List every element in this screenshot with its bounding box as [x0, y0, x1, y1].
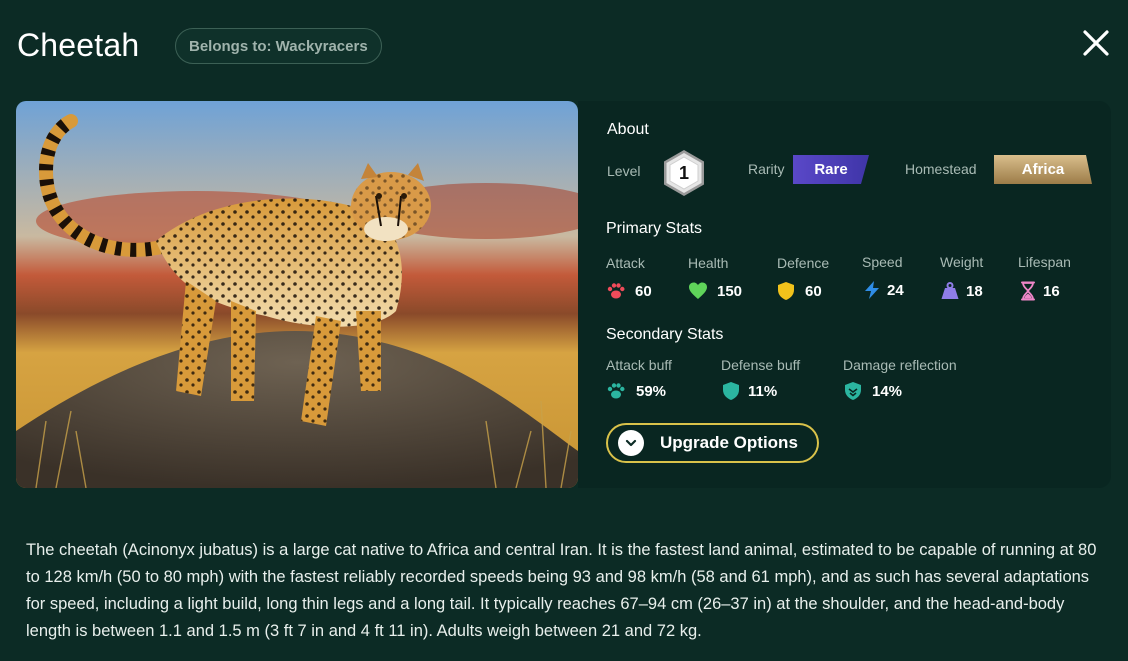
- stat-label-lifespan: Lifespan: [1018, 254, 1071, 270]
- level-label: Level: [607, 163, 641, 179]
- rarity-value: Rare: [814, 161, 848, 178]
- primary-stats-heading: Primary Stats: [606, 220, 703, 237]
- stat-value-defence: 60: [805, 283, 822, 300]
- rarity-label: Rarity: [748, 161, 785, 177]
- paw-icon: [607, 383, 625, 399]
- upgrade-options-label: Upgrade Options: [660, 433, 798, 452]
- homestead-tag: Africa: [994, 155, 1092, 184]
- hourglass-icon: [1021, 281, 1035, 301]
- stat-value-speed: 24: [887, 282, 904, 299]
- stat-label-defense-buff: Defense buff: [721, 357, 801, 373]
- lightning-icon: [865, 281, 879, 299]
- stat-label-speed: Speed: [862, 254, 903, 270]
- stat-label-attack: Attack: [606, 255, 645, 271]
- upgrade-options-button[interactable]: Upgrade Options: [606, 423, 819, 463]
- stat-value-attack-buff: 59%: [636, 383, 667, 400]
- stat-label-health: Health: [688, 255, 729, 271]
- stat-label-defence: Defence: [777, 255, 830, 271]
- about-heading: About: [607, 121, 649, 138]
- paw-icon: [607, 283, 625, 299]
- shield-icon: [778, 282, 794, 300]
- level-value: 1: [678, 162, 689, 183]
- owner-badge: Belongs to: Wackyracers: [175, 28, 382, 64]
- stat-label-weight: Weight: [940, 254, 984, 270]
- close-button[interactable]: [1080, 27, 1112, 59]
- shield-icon: [723, 382, 739, 400]
- close-icon: [1083, 30, 1109, 56]
- stat-label-damage-reflection: Damage reflection: [843, 357, 957, 373]
- stat-value-health: 150: [717, 283, 743, 300]
- animal-description: The cheetah (Acinonyx jubatus) is a larg…: [26, 541, 1097, 640]
- stat-value-weight: 18: [966, 283, 983, 300]
- stat-label-attack-buff: Attack buff: [606, 357, 672, 373]
- rarity-tag: Rare: [793, 155, 869, 184]
- heart-icon: [689, 282, 707, 299]
- chevron-down-icon: [618, 430, 644, 456]
- level-badge: 1: [659, 148, 709, 198]
- stat-value-lifespan: 16: [1043, 283, 1060, 300]
- secondary-stats-heading: Secondary Stats: [606, 326, 724, 343]
- homestead-label: Homestead: [905, 161, 977, 177]
- stat-value-defense-buff: 11%: [748, 383, 778, 400]
- reflect-shield-icon: [845, 382, 861, 400]
- animal-image: [16, 101, 578, 488]
- stat-value-attack: 60: [635, 283, 652, 300]
- homestead-value: Africa: [1021, 161, 1065, 178]
- page-title: Cheetah: [17, 27, 140, 63]
- stat-value-damage-reflection: 14%: [872, 383, 903, 400]
- weight-icon: [941, 282, 959, 299]
